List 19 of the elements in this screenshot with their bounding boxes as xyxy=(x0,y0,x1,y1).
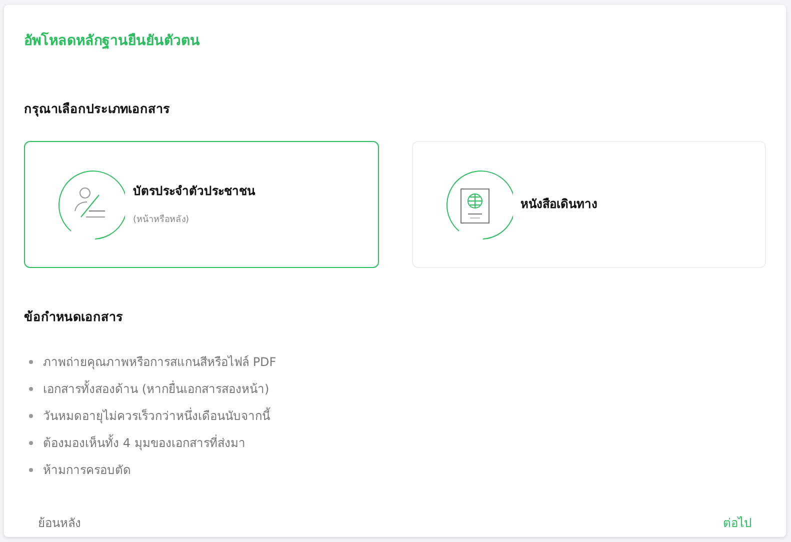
requirement-text: ห้ามการครอบตัด xyxy=(43,462,131,478)
option-label: บัตรประจำตัวประชาชน xyxy=(133,182,255,200)
bullet-icon xyxy=(29,440,33,444)
requirement-text: ต้องมองเห็นทั้ง 4 มุมของเอกสารที่ส่งมา xyxy=(43,434,246,452)
section-heading: ข้อกำหนดเอกสาร xyxy=(24,308,124,326)
requirement-text: วันหมดอายุไม่ควรเร็วกว่าหนึ่งเดือนนับจากนี้ xyxy=(43,406,270,424)
page-title: อัพโหลดหลักฐานยืนยันตัวตน xyxy=(24,31,201,51)
option-label: หนังสือเดินทาง xyxy=(520,196,598,214)
bullet-icon xyxy=(29,386,33,390)
section-heading: กรุณาเลือกประเภทเอกสาร xyxy=(24,100,171,119)
requirement-text: เอกสารทั้งสองด้าน (หากยื่นเอกสารสองหน้า) xyxy=(43,380,270,398)
option-note: (หน้าหรือหลัง) xyxy=(133,214,190,226)
bullet-icon xyxy=(29,414,33,418)
bullet-icon xyxy=(29,468,33,472)
document-option[interactable]: หนังสือเดินทาง xyxy=(412,140,766,268)
requirement-text: ภาพถ่ายคุณภาพหรือการสแกนสีหรือไฟล์ PDF xyxy=(43,354,276,370)
document-option[interactable]: บัตรประจำตัวประชาชน (หน้าหรือหลัง) xyxy=(24,140,378,268)
back-button[interactable]: ย้อนหลัง xyxy=(24,510,95,536)
bullet-icon xyxy=(29,360,33,364)
